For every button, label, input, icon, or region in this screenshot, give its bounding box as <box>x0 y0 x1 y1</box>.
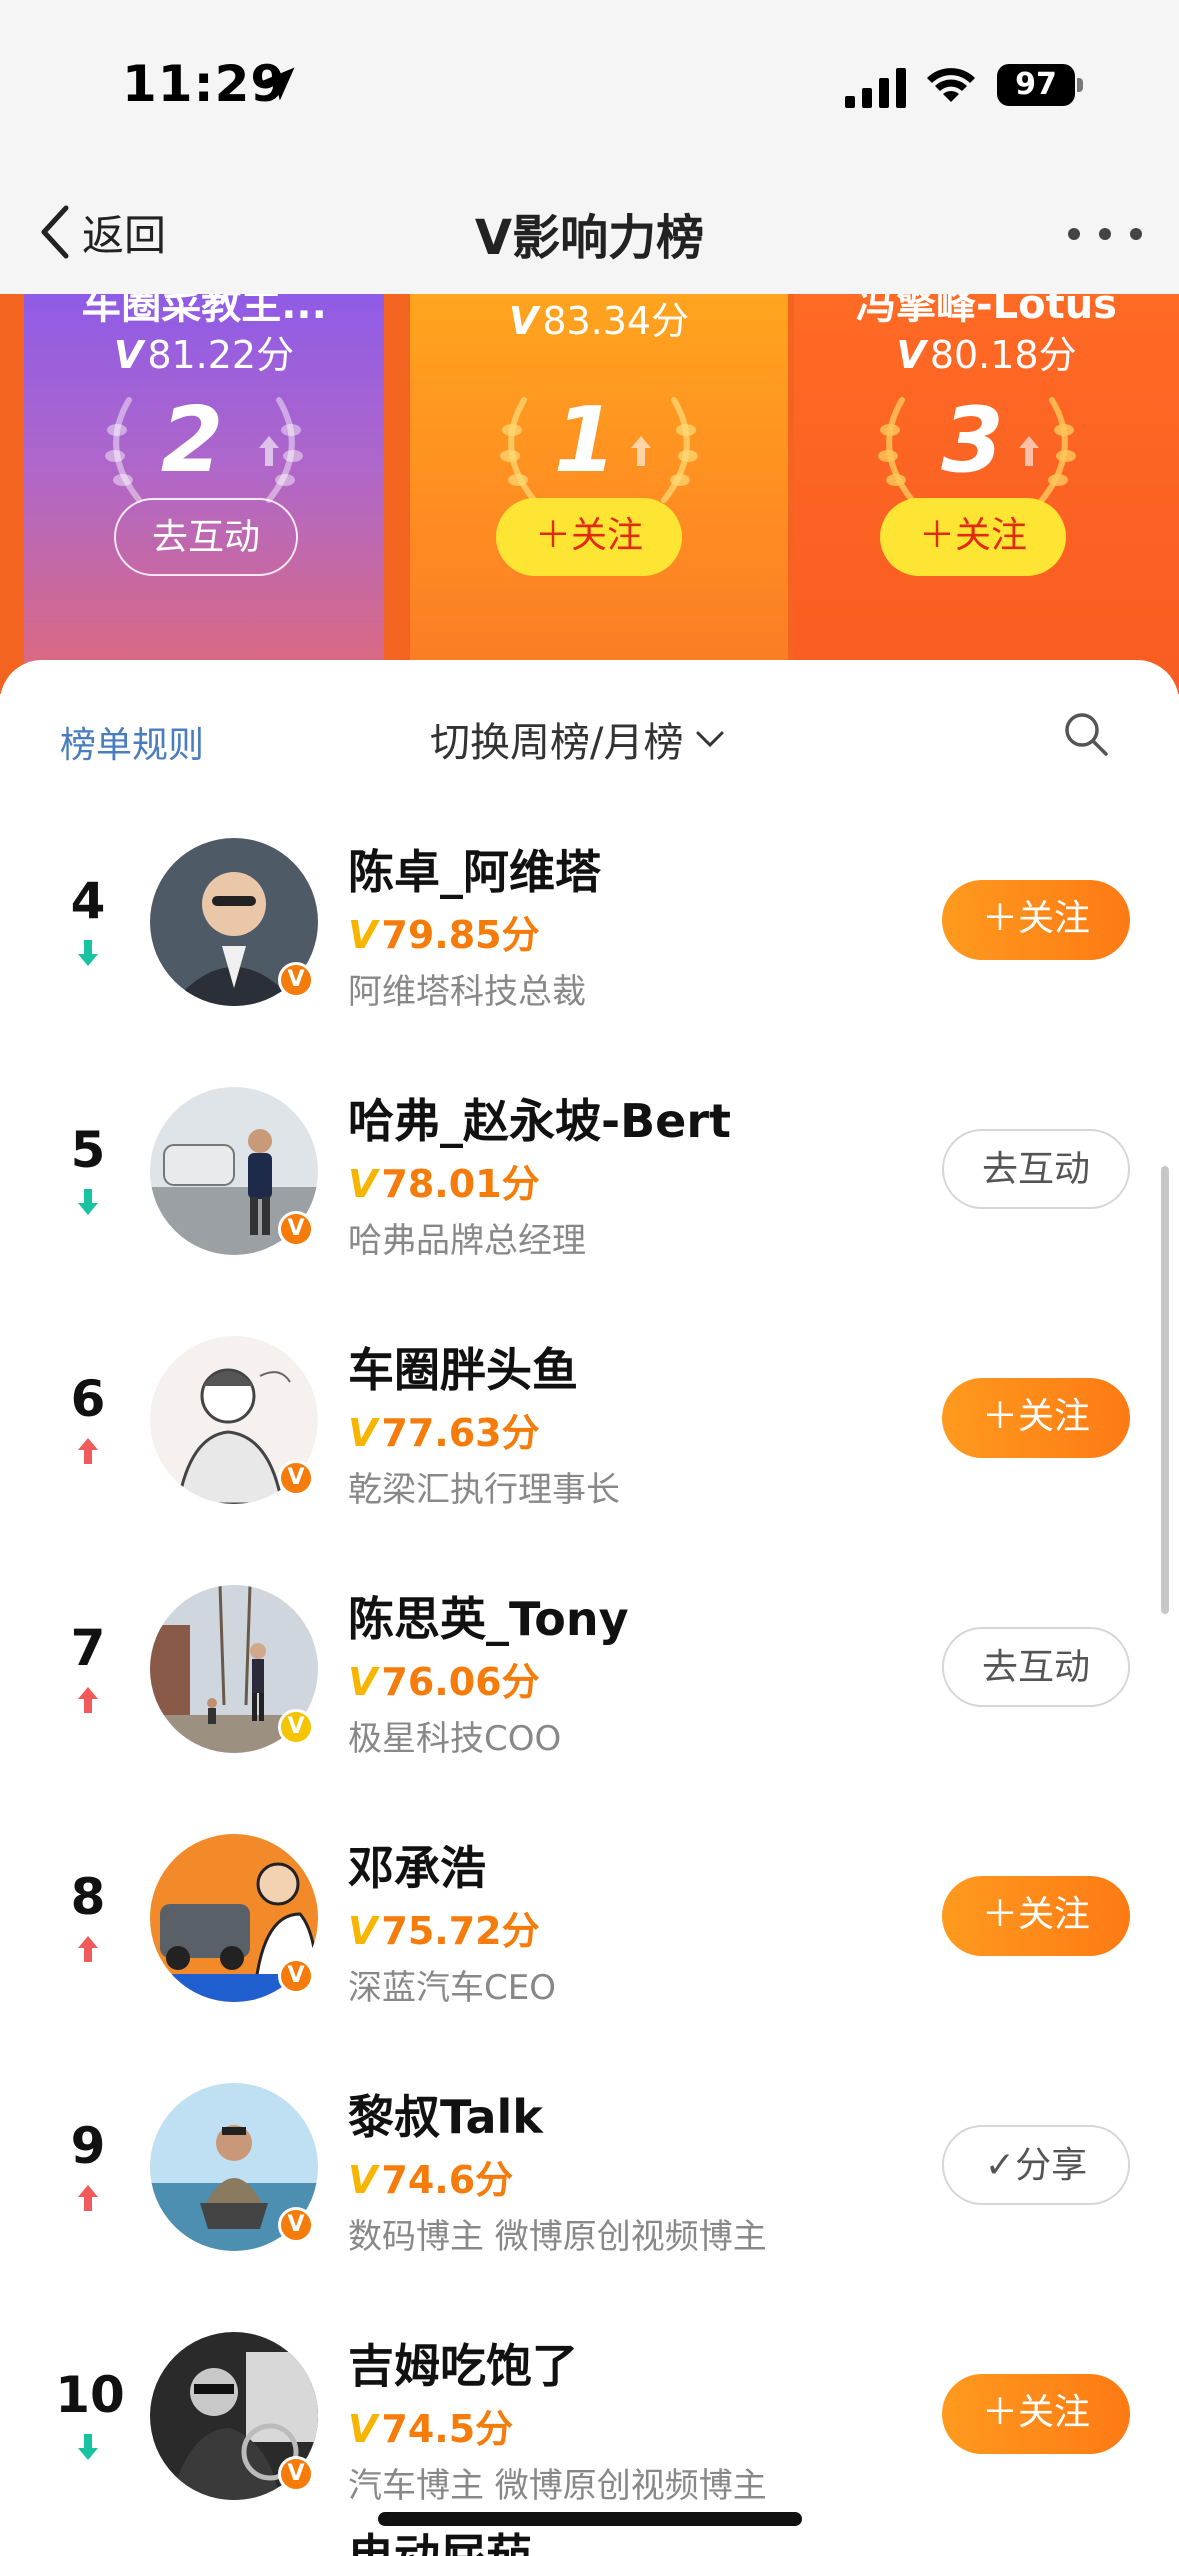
influence-score: V 74.6分 <box>348 2158 514 2202</box>
podium-follow-button[interactable]: ＋关注 <box>496 498 682 576</box>
nav-bar: 返回 V影响力榜 <box>0 170 1179 294</box>
chevron-down-icon <box>696 731 724 748</box>
verified-badge-icon: V <box>278 1460 314 1496</box>
verified-badge-icon: V <box>278 962 314 998</box>
rules-link[interactable]: 榜单规则 <box>60 716 204 768</box>
influence-score: V 76.06分 <box>348 1660 540 1704</box>
podium-rank-3[interactable]: 冯擎峰-Lotus V 80.18分 3 ＋关注 <box>794 294 1179 694</box>
list-item[interactable]: 8 V 邓承浩 V 75.72分 深蓝汽车CEO ＋关注 <box>0 1808 1179 2038</box>
period-switch[interactable]: 切换周榜/月榜 <box>430 710 725 768</box>
influence-score: V 75.72分 <box>348 1909 540 1953</box>
podium-rank-1[interactable]: V 83.34分 1 ＋关注 <box>410 294 788 694</box>
user-description: 数码博主 微博原创视频博主 <box>348 2217 767 2257</box>
podium-rank-number: 1 <box>553 388 617 493</box>
interact-button[interactable]: 去互动 <box>942 1627 1130 1707</box>
user-name[interactable]: 陈卓_阿维塔 <box>348 836 601 902</box>
location-arrow-icon <box>261 67 295 101</box>
influence-score: V 79.85分 <box>348 913 540 957</box>
more-options-icon[interactable] <box>1060 214 1150 254</box>
list-item[interactable]: 4 V 陈卓_阿维塔 V 79.85分 阿维塔科技总裁 ＋关注 <box>0 812 1179 1042</box>
follow-button[interactable]: ＋关注 <box>942 1378 1130 1458</box>
follow-button[interactable]: ＋关注 <box>942 880 1130 960</box>
arrow-up-icon <box>78 1687 98 1713</box>
verified-badge-icon: V <box>278 2456 314 2492</box>
rank-number: 8 <box>70 1868 106 1926</box>
user-name[interactable]: 黎叔Talk <box>348 2081 543 2147</box>
ranking-sheet: 榜单规则 切换周榜/月榜 4 V 陈卓_阿维塔 V 79.85分 阿维塔科技总裁 … <box>0 660 1179 2556</box>
user-description: 极星科技COO <box>348 1719 562 1759</box>
rank-number: 4 <box>70 872 106 930</box>
rank-number: 7 <box>70 1619 106 1677</box>
arrow-down-icon <box>78 1189 98 1215</box>
arrow-down-icon <box>78 940 98 966</box>
page-title: V影响力榜 <box>474 210 705 266</box>
user-name[interactable]: 邓承浩 <box>348 1832 486 1898</box>
arrow-up-icon <box>259 436 279 466</box>
podium-rank-number: 3 <box>941 388 1004 493</box>
user-name[interactable]: 陈思英_Tony <box>348 1583 629 1649</box>
share-button[interactable]: ✓分享 <box>942 2125 1130 2205</box>
rank-number: 10 <box>55 2366 125 2424</box>
scrollbar[interactable] <box>1161 1166 1169 1614</box>
status-bar: 11:29 97 <box>0 0 1179 170</box>
verified-badge-icon: V <box>278 1958 314 1994</box>
verified-badge-icon: V <box>278 1211 314 1247</box>
podium-follow-button[interactable]: ＋关注 <box>880 498 1066 576</box>
podium-rank-2[interactable]: 车圈菜教主... V 81.22分 2 去互动 <box>24 294 384 694</box>
period-switch-label: 切换周榜/月榜 <box>430 720 684 766</box>
follow-button[interactable]: ＋关注 <box>942 2374 1130 2454</box>
arrow-up-icon <box>78 1936 98 1962</box>
user-description: 汽车博主 微博原创视频博主 <box>348 2466 767 2506</box>
arrow-down-icon <box>78 2434 98 2460</box>
battery-icon: 97 <box>997 64 1075 106</box>
list-item[interactable]: 10 V 吉姆吃饱了 V 74.5分 汽车博主 微博原创视频博主 ＋关注 <box>0 2306 1179 2536</box>
influence-score: V 77.63分 <box>348 1411 540 1455</box>
interact-button[interactable]: 去互动 <box>942 1129 1130 1209</box>
list-item[interactable]: 6 V 车圈胖头鱼 V 77.63分 乾梁汇执行理事长 ＋关注 <box>0 1310 1179 1540</box>
home-indicator[interactable] <box>378 2512 802 2526</box>
rank-number: 6 <box>70 1370 106 1428</box>
list-item[interactable]: 9 V 黎叔Talk V 74.6分 数码博主 微博原创视频博主 ✓分享 <box>0 2057 1179 2287</box>
list-item[interactable]: 5 V 哈弗_赵永坡-Bert V 78.01分 哈弗品牌总经理 去互动 <box>0 1061 1179 1291</box>
podium-rank-number: 2 <box>160 388 224 493</box>
rank-number: 5 <box>70 1121 106 1179</box>
podium-score: V 83.34分 <box>508 299 690 343</box>
wifi-icon <box>927 68 975 102</box>
user-name[interactable]: 哈弗_赵永坡-Bert <box>348 1085 731 1151</box>
list-item[interactable]: 7 V 陈思英_Tony V 76.06分 极星科技COO 去互动 <box>0 1559 1179 1789</box>
battery-nub <box>1077 78 1083 92</box>
podium-score: V 81.22分 <box>113 333 295 377</box>
user-description: 阿维塔科技总裁 <box>348 972 586 1012</box>
cellular-signal-icon <box>845 68 906 108</box>
user-description: 哈弗品牌总经理 <box>348 1221 586 1261</box>
follow-button[interactable]: ＋关注 <box>942 1876 1130 1956</box>
user-description: 乾梁汇执行理事长 <box>348 1470 620 1510</box>
user-name[interactable]: 吉姆吃饱了 <box>348 2330 578 2396</box>
podium-interact-button[interactable]: 去互动 <box>114 498 298 576</box>
top3-podium: 车圈菜教主... V 81.22分 2 去互动 V 83.34分 1 ＋关注 冯擎峰… <box>0 294 1179 694</box>
arrow-up-icon <box>78 2185 98 2211</box>
user-description: 深蓝汽车CEO <box>348 1968 556 2008</box>
rank-number: 9 <box>70 2117 106 2175</box>
arrow-up-icon <box>78 1438 98 1464</box>
verified-badge-icon: V <box>278 2207 314 2243</box>
verified-badge-icon: V <box>278 1709 314 1745</box>
influence-score: V 74.5分 <box>348 2407 514 2451</box>
user-name[interactable]: 车圈胖头鱼 <box>348 1334 578 1400</box>
search-icon[interactable] <box>1062 710 1110 758</box>
arrow-up-icon <box>631 436 651 466</box>
influence-score: V 78.01分 <box>348 1162 540 1206</box>
arrow-up-icon <box>1019 436 1039 466</box>
podium-score: V 80.18分 <box>896 333 1077 377</box>
